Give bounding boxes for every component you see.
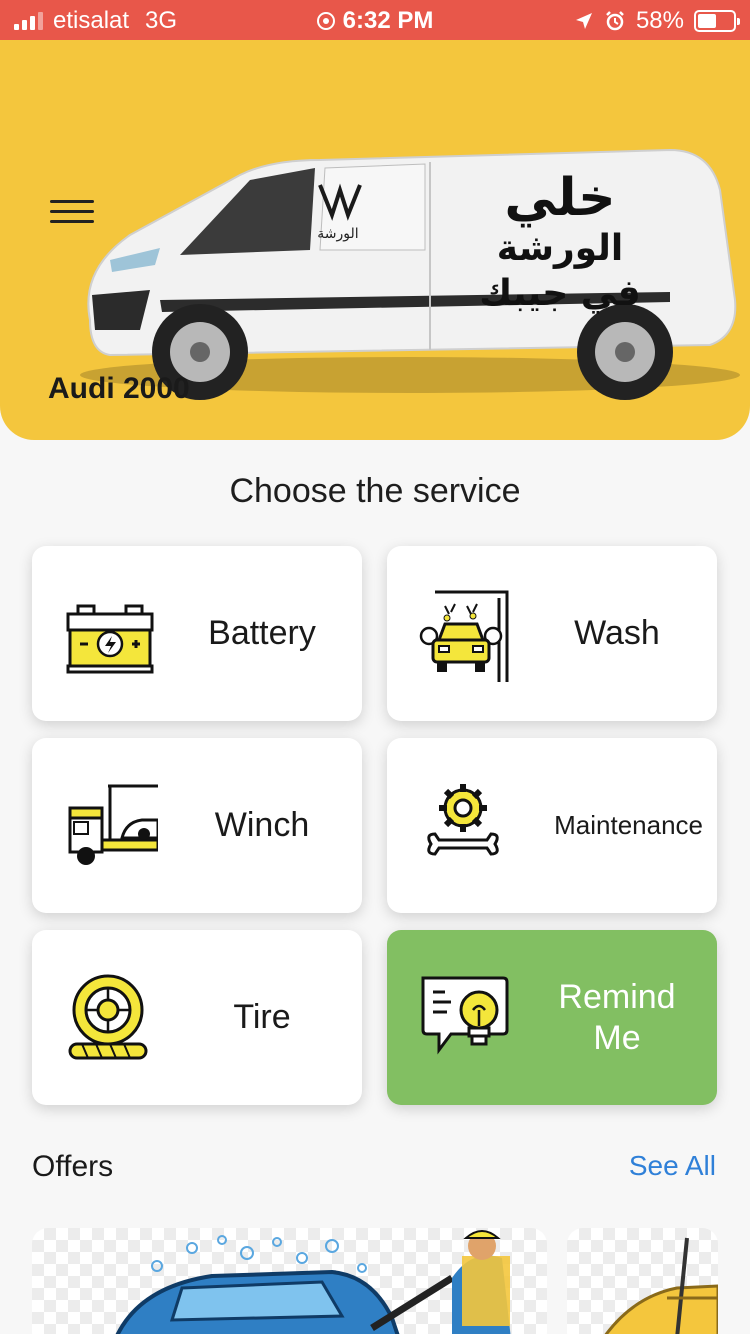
van-image: الورشة خلي الورشة في جيبك (80, 148, 740, 400)
battery-percent: 58% (635, 7, 684, 34)
alarm-icon (606, 11, 624, 31)
services-title: Choose the service (229, 472, 521, 510)
lightbulb-chat-icon (421, 976, 509, 1055)
service-label-wash: Wash (574, 614, 660, 653)
service-card-maintenance[interactable]: Maintenance (387, 738, 717, 913)
service-label-remind-me: Remind Me (558, 977, 676, 1057)
service-label-maintenance: Maintenance (554, 809, 703, 840)
status-bar: etisalat 3G 6:32 PM 58% (0, 0, 750, 40)
service-card-winch[interactable]: Winch (32, 738, 362, 913)
app-screen: { "status_bar": { "carrier": "etisalat",… (0, 0, 750, 1334)
van-slogan-line3: في جيبك (479, 273, 640, 314)
service-label-winch: Winch (214, 806, 310, 845)
hamburger-menu-icon[interactable] (50, 195, 94, 231)
service-card-remind-me[interactable]: Remind Me (387, 930, 717, 1105)
battery-icon (66, 604, 154, 674)
status-right: 58% (574, 7, 740, 35)
service-label-battery: Battery (208, 614, 316, 653)
tire-icon (68, 974, 148, 1060)
selected-car-name[interactable]: Audi 2000 (48, 372, 190, 406)
screen-record-icon (316, 12, 335, 30)
van-slogan-line2: الورشة (497, 228, 623, 269)
service-card-tire[interactable]: Tire (32, 930, 362, 1105)
battery-status-icon (694, 10, 740, 32)
car-wash-offer-image (115, 1230, 511, 1334)
location-arrow-icon (575, 13, 592, 29)
service-card-battery[interactable]: Battery (32, 546, 362, 721)
status-time: 6:32 PM (342, 7, 434, 34)
service-label-tire: Tire (233, 998, 291, 1037)
service-card-wash[interactable]: Wash (387, 546, 717, 721)
battery-fill (698, 14, 717, 28)
tow-truck-icon (68, 784, 158, 865)
offer-card-car-wash[interactable] (32, 1228, 547, 1334)
van-logo-text: الورشة (317, 226, 358, 242)
van-slogan-line1: خلي (504, 168, 615, 228)
offers-title: Offers (32, 1150, 114, 1183)
header-banner: الورشة خلي الورشة في جيبك Audi 2000 (0, 40, 750, 440)
car-offer-image (604, 1237, 718, 1334)
car-wash-icon (419, 590, 509, 682)
offer-card-second[interactable] (567, 1228, 718, 1334)
see-all-link[interactable]: See All (629, 1150, 716, 1182)
gear-wrench-icon (427, 784, 499, 856)
